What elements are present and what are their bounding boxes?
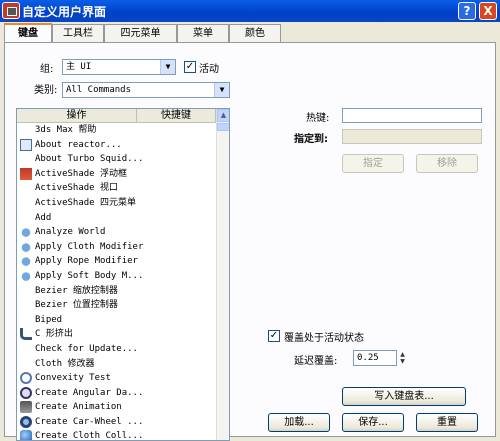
close-button[interactable]: X [479, 2, 497, 20]
assigned-to-label: 指定到: [294, 134, 328, 145]
spinner-arrows-icon[interactable]: ▲ ▼ [398, 351, 407, 365]
remove-button[interactable]: 移除 [416, 154, 478, 173]
group-dropdown[interactable]: 主 UI ▼ [62, 59, 176, 75]
delay-label: 延迟覆盖: [294, 356, 338, 367]
activeshade-icon [20, 167, 32, 180]
delay-spinner[interactable]: 0.25 [353, 350, 397, 366]
category-label: 类别: [34, 85, 58, 96]
list-item[interactable]: Bezier 位置控制器 [17, 298, 216, 313]
hotkey-input[interactable] [342, 108, 482, 123]
active-checkbox[interactable]: ✓ [184, 61, 196, 73]
group-label: 组: [40, 64, 54, 75]
active-label: 活动 [199, 64, 219, 75]
load-button[interactable]: 加载... [268, 413, 330, 432]
list-item[interactable]: 3ds Max 帮助 [17, 123, 216, 138]
hotkey-label: 热键: [306, 113, 330, 124]
category-value: All Commands [66, 85, 132, 95]
tab-menus[interactable]: 菜单 [177, 24, 229, 42]
assign-button[interactable]: 指定 [342, 154, 404, 173]
scroll-up-icon[interactable]: ▲ [217, 109, 229, 122]
list-item[interactable]: Add [17, 211, 216, 226]
list-item[interactable]: Create Angular Da... [17, 386, 216, 401]
list-item[interactable]: About reactor... [17, 138, 216, 153]
tab-colors[interactable]: 颜色 [229, 24, 281, 42]
category-dropdown[interactable]: All Commands ▼ [62, 82, 230, 98]
car-wheel-icon [20, 415, 32, 428]
list-item[interactable]: Apply Rope Modifier [17, 254, 216, 269]
list-item[interactable]: Apply Soft Body M... [17, 269, 216, 284]
teapot-icon [20, 255, 32, 268]
group-value: 主 UI [66, 62, 92, 72]
convexity-icon [20, 372, 32, 385]
action-list[interactable]: 操作 快捷键 3ds Max 帮助 About reactor... About… [16, 108, 230, 441]
list-item[interactable]: Cloth 修改器 [17, 357, 216, 372]
window-title: 自定义用户界面 [22, 5, 107, 19]
list-item[interactable]: Create Car-Wheel ... [17, 415, 216, 430]
teapot-icon [20, 269, 32, 282]
animation-icon [20, 401, 32, 414]
column-header-action[interactable]: 操作 [17, 109, 137, 123]
list-item[interactable]: Convexity Test [17, 371, 216, 386]
list-item[interactable]: C 形挤出 [17, 327, 216, 342]
list-scrollbar[interactable]: ▲ [216, 109, 229, 440]
list-item[interactable]: Create Cloth Coll... [17, 429, 216, 440]
help-button[interactable]: ? [458, 2, 476, 20]
override-label: 覆盖处于活动状态 [284, 333, 364, 344]
cloth-collection-icon [20, 430, 32, 440]
list-item[interactable]: ActiveShade 视口 [17, 181, 216, 196]
list-item[interactable]: ActiveShade 四元菜单 [17, 196, 216, 211]
list-item[interactable]: ActiveShade 浮动框 [17, 167, 216, 182]
angular-damper-icon [20, 386, 32, 399]
title-bar: 自定义用户界面 ? X [0, 0, 500, 22]
teapot-icon [20, 226, 32, 239]
tab-toolbars[interactable]: 工具栏 [52, 24, 104, 42]
teapot-icon [20, 240, 32, 253]
list-item[interactable]: Biped [17, 313, 216, 328]
write-keyboard-chart-button[interactable]: 写入键盘表... [342, 387, 466, 406]
column-header-shortcut[interactable]: 快捷键 [137, 109, 216, 123]
list-item[interactable]: Bezier 缩放控制器 [17, 284, 216, 299]
assigned-to-field [342, 129, 482, 144]
chevron-down-icon[interactable]: ▼ [214, 83, 229, 97]
list-item[interactable]: Analyze World [17, 225, 216, 240]
chevron-down-icon[interactable]: ▼ [160, 60, 175, 74]
list-item[interactable]: Check for Update... [17, 342, 216, 357]
app-icon[interactable] [2, 2, 20, 19]
teapot-icon [20, 138, 32, 151]
tab-quad-menus[interactable]: 四元菜单 [104, 24, 177, 42]
save-button[interactable]: 保存... [342, 413, 404, 432]
list-item[interactable]: Apply Cloth Modifier [17, 240, 216, 255]
scroll-thumb[interactable] [217, 123, 229, 131]
override-checkbox[interactable]: ✓ [268, 330, 280, 342]
c-extrude-icon [20, 328, 32, 341]
list-rows: 3ds Max 帮助 About reactor... About Turbo … [17, 123, 216, 440]
tab-keyboard[interactable]: 键盘 [4, 23, 52, 43]
list-item[interactable]: Create Animation [17, 400, 216, 415]
list-item[interactable]: About Turbo Squid... [17, 152, 216, 167]
delay-value: 0.25 [357, 353, 379, 363]
reset-button[interactable]: 重置 [416, 413, 478, 432]
